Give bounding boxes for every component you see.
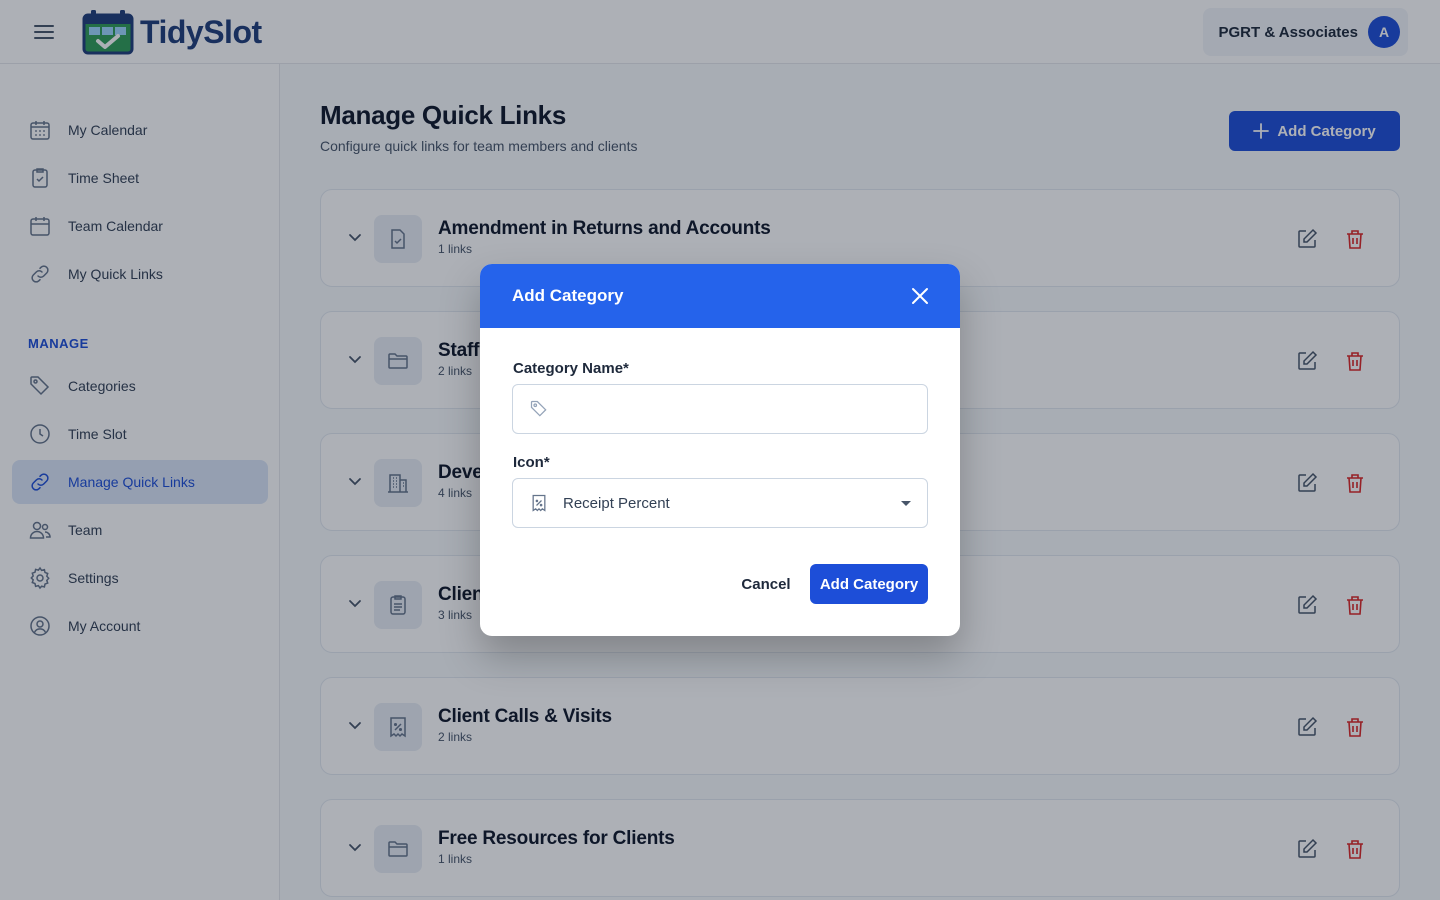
icon-select-value: Receipt Percent xyxy=(563,494,670,512)
close-button[interactable] xyxy=(908,284,932,308)
close-icon xyxy=(912,288,928,304)
category-name-label: Category Name* xyxy=(513,360,629,377)
icon-label: Icon* xyxy=(513,454,550,471)
category-name-input[interactable] xyxy=(563,385,927,433)
icon-select[interactable]: Receipt Percent xyxy=(512,478,928,528)
add-category-dialog: Add Category Category Name* Icon* Receip… xyxy=(480,264,960,636)
cancel-button[interactable]: Cancel xyxy=(730,564,802,604)
dialog-title: Add Category xyxy=(512,286,624,305)
dialog-header: Add Category xyxy=(480,264,960,328)
submit-add-category-button[interactable]: Add Category xyxy=(810,564,928,604)
tag-icon xyxy=(530,400,547,417)
caret-down-icon xyxy=(901,501,911,506)
category-name-field[interactable] xyxy=(512,384,928,434)
receipt-percent-icon xyxy=(532,494,546,512)
